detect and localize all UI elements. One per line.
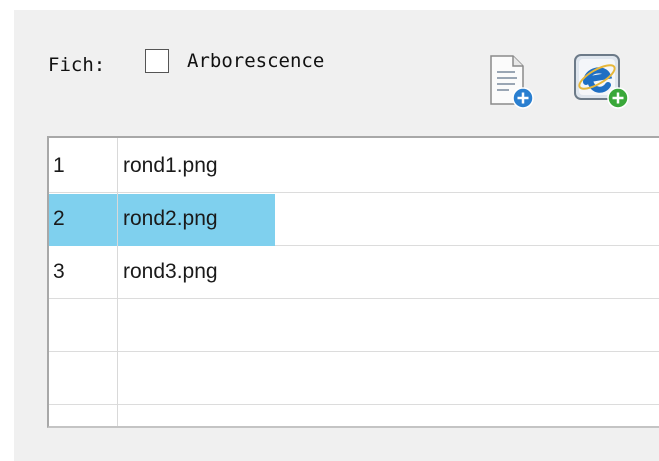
fich-label: Fich: [48,54,106,76]
list-row[interactable]: 1 rond1.png [49,141,659,193]
arborescence-label[interactable]: Arborescence [187,50,324,72]
arborescence-checkbox[interactable] [145,49,169,73]
file-list[interactable]: 1 rond1.png 2 rond2.png 3 rond3.png [47,136,659,428]
column-separator [117,138,118,426]
list-row-selected[interactable]: 2 rond2.png [49,194,659,246]
list-row-empty[interactable] [49,353,659,405]
row-filename: rond2.png [123,207,218,230]
add-web-page-icon [574,54,629,109]
list-row-empty[interactable] [49,300,659,352]
row-filename: rond1.png [123,154,218,177]
row-filename: rond3.png [123,260,218,283]
add-file-icon [490,55,534,109]
add-file-button[interactable] [485,52,537,112]
row-number: 1 [53,154,65,177]
list-row-empty[interactable] [49,406,659,426]
list-row[interactable]: 3 rond3.png [49,247,659,299]
row-number: 3 [53,260,65,283]
row-number: 2 [53,207,65,230]
add-web-page-button[interactable] [572,52,629,112]
